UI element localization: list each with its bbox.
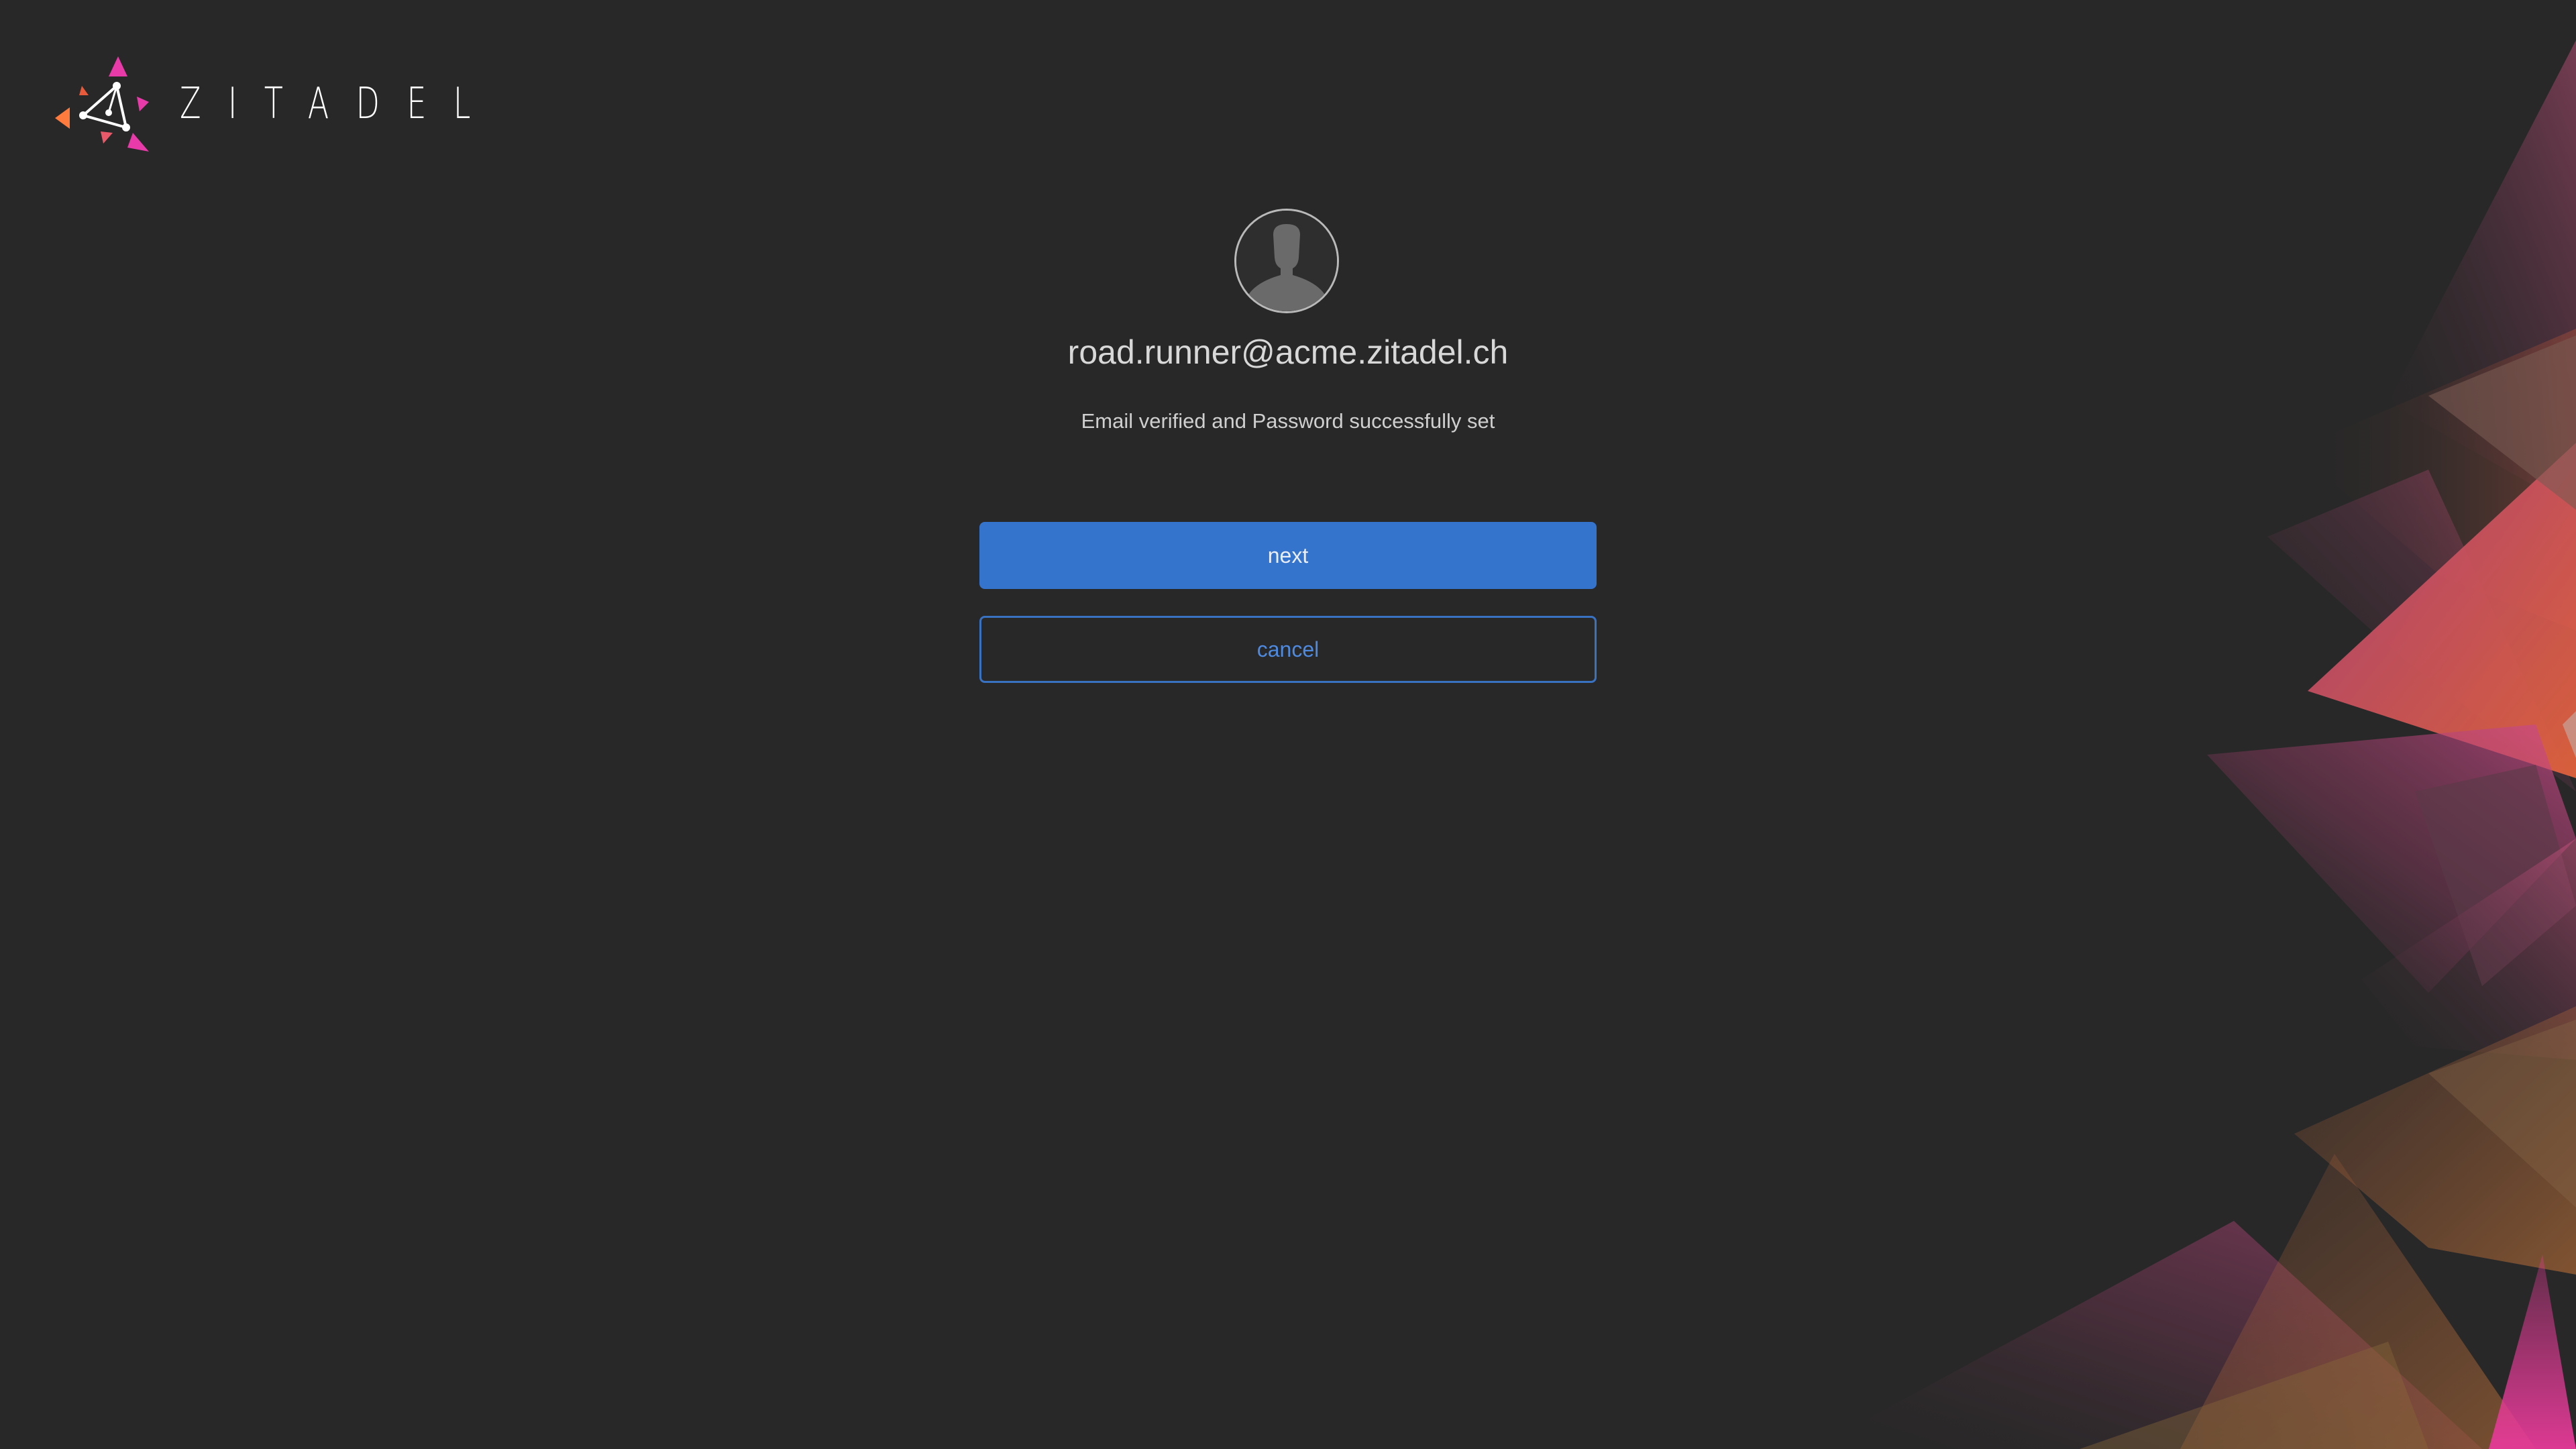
next-button[interactable]: next (979, 522, 1597, 589)
success-message: Email verified and Password successfully… (1081, 409, 1495, 433)
cancel-button[interactable]: cancel (979, 616, 1597, 683)
user-silhouette-icon (1236, 211, 1337, 311)
login-name: road.runner@acme.zitadel.ch (1067, 333, 1509, 371)
login-card: road.runner@acme.zitadel.ch Email verifi… (0, 0, 2576, 1449)
login-page: ZITADEL road.runner@acme.zitadel.ch Emai… (0, 0, 2576, 1449)
avatar (1234, 209, 1339, 313)
